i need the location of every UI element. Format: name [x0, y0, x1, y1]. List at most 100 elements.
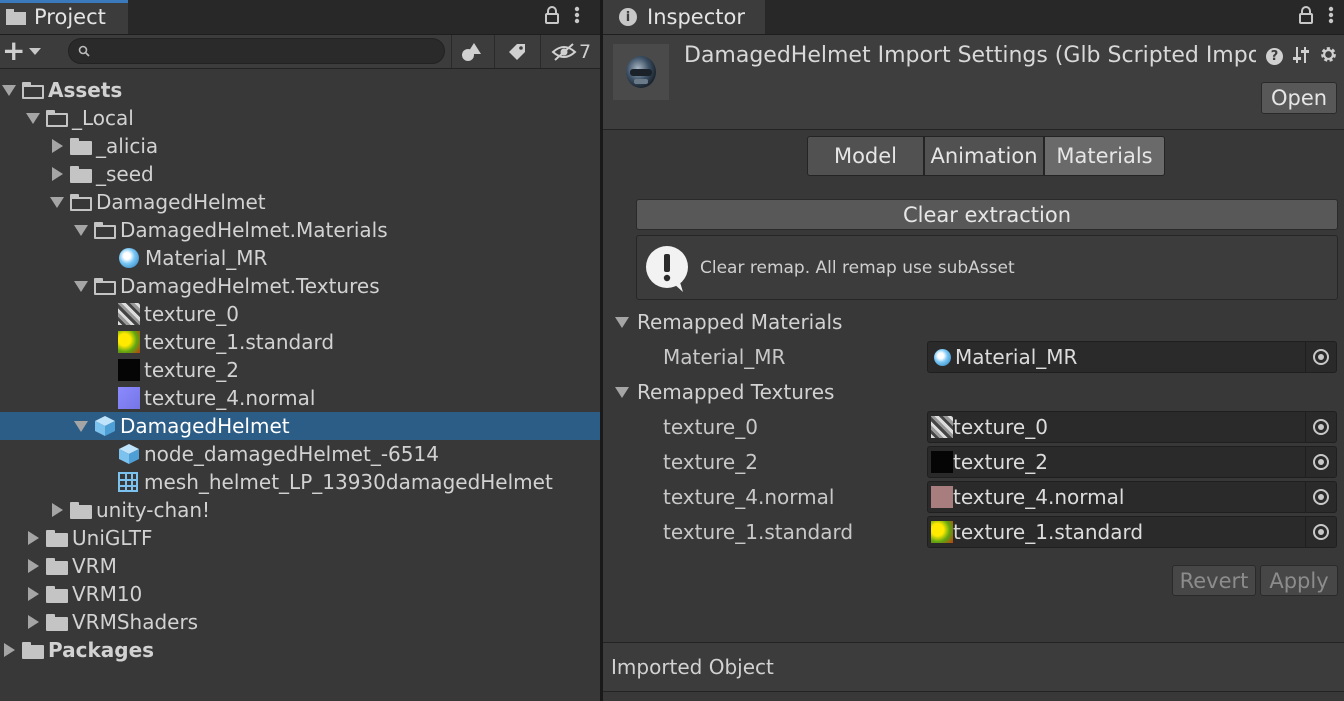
texture-4-thumb-icon [118, 387, 140, 409]
lock-icon[interactable] [1298, 5, 1314, 29]
texture-1-label: texture_1.standard [663, 520, 854, 544]
tab-model[interactable]: Model [807, 136, 924, 176]
foldout-expanded-icon[interactable] [26, 112, 40, 124]
hidden-packages-toggle[interactable]: 7 [540, 35, 601, 68]
tree-arrow-slot [50, 139, 70, 153]
foldout-collapsed-icon[interactable] [28, 615, 39, 629]
foldout-collapsed-icon[interactable] [28, 559, 39, 573]
texture-4-field[interactable]: texture_4.normal [927, 481, 1337, 513]
search-input[interactable] [68, 38, 445, 64]
prefab-icon [94, 415, 116, 437]
folder-icon [70, 165, 92, 183]
texture-0-thumb-icon [931, 416, 953, 438]
tree-item[interactable]: Packages [0, 636, 600, 664]
material-mr-field-value: Material_MR [955, 345, 1078, 369]
plus-icon: + [2, 34, 26, 67]
tree-item[interactable]: Material_MR [0, 244, 600, 272]
foldout-collapsed-icon[interactable] [28, 587, 39, 601]
object-picker-button[interactable] [1305, 342, 1336, 372]
tab-materials[interactable]: Materials [1044, 136, 1165, 176]
target-icon [1313, 524, 1329, 540]
foldout-expanded-icon[interactable] [74, 420, 88, 432]
info-icon: i [619, 8, 637, 26]
texture-2-field[interactable]: texture_2 [927, 446, 1337, 478]
tree-item[interactable]: _alicia [0, 132, 600, 160]
object-picker-button[interactable] [1305, 412, 1336, 442]
tree-item[interactable]: DamagedHelmet [0, 188, 600, 216]
tree-item-label: Material_MR [145, 246, 268, 270]
target-icon [1313, 489, 1329, 505]
help-icon[interactable]: ? [1266, 48, 1283, 65]
foldout-collapsed-icon[interactable] [52, 167, 63, 181]
add-asset-button[interactable]: + [2, 34, 42, 67]
tab-animation[interactable]: Animation [924, 136, 1044, 176]
remapped-textures-foldout[interactable]: Remapped Textures [615, 380, 834, 404]
tree-item[interactable]: Assets [0, 76, 600, 104]
tree-item[interactable]: texture_1.standard [0, 328, 600, 356]
texture-2-label: texture_2 [663, 450, 758, 474]
tree-item[interactable]: DamagedHelmet [0, 412, 600, 440]
project-tree: Assets _Local _alicia _seed DamagedHelmet Dam… [0, 76, 600, 676]
tree-item[interactable]: texture_2 [0, 356, 600, 384]
tree-item[interactable]: UniGLTF [0, 524, 600, 552]
foldout-collapsed-icon[interactable] [52, 503, 63, 517]
object-picker-button[interactable] [1305, 447, 1336, 477]
folder-icon [70, 137, 92, 155]
folder-open-icon [70, 193, 92, 211]
tree-item-label: Packages [48, 638, 155, 662]
folder-open-icon [22, 81, 44, 99]
texture-0-field[interactable]: texture_0 [927, 411, 1337, 443]
material-icon [934, 348, 951, 366]
tree-item[interactable]: texture_0 [0, 300, 600, 328]
object-picker-button[interactable] [1305, 482, 1336, 512]
tree-item[interactable]: _seed [0, 160, 600, 188]
revert-button[interactable]: Revert [1172, 565, 1256, 596]
folder-icon [6, 9, 26, 25]
material-mr-field[interactable]: Material_MR [927, 341, 1337, 373]
material-mr-label: Material_MR [663, 345, 786, 369]
tree-item[interactable]: unity-chan! [0, 496, 600, 524]
filter-by-type-button[interactable] [451, 35, 492, 68]
foldout-expanded-icon[interactable] [2, 84, 16, 96]
chevron-down-icon [29, 47, 42, 55]
kebab-menu-icon[interactable] [1328, 6, 1334, 29]
foldout-collapsed-icon[interactable] [28, 531, 39, 545]
folder-icon [46, 613, 68, 631]
tree-item-label: texture_0 [144, 302, 239, 326]
tree-arrow-slot [74, 224, 94, 236]
tree-item[interactable]: DamagedHelmet.Textures [0, 272, 600, 300]
tree-item[interactable]: mesh_helmet_LP_13930damagedHelmet [0, 468, 600, 496]
tab-inspector[interactable]: i Inspector [603, 0, 765, 34]
tree-item[interactable]: _Local [0, 104, 600, 132]
tree-item[interactable]: node_damagedHelmet_-6514 [0, 440, 600, 468]
object-picker-button[interactable] [1305, 517, 1336, 547]
presets-icon[interactable] [1292, 46, 1310, 68]
filter-by-label-button[interactable] [494, 35, 539, 68]
gear-icon[interactable] [1319, 45, 1338, 68]
target-icon [1313, 419, 1329, 435]
foldout-collapsed-icon[interactable] [4, 643, 15, 657]
texture-1-field[interactable]: texture_1.standard [927, 516, 1337, 548]
target-icon [1313, 454, 1329, 470]
open-button[interactable]: Open [1261, 82, 1337, 114]
eye-slash-icon [551, 42, 577, 61]
kebab-menu-icon[interactable] [574, 6, 580, 29]
tab-project[interactable]: Project [0, 0, 128, 34]
foldout-expanded-icon[interactable] [74, 280, 88, 292]
foldout-arrow-icon [615, 316, 629, 328]
tree-item[interactable]: VRMShaders [0, 608, 600, 636]
foldout-expanded-icon[interactable] [50, 196, 64, 208]
tree-item[interactable]: VRM10 [0, 580, 600, 608]
clear-extraction-button[interactable]: Clear extraction [636, 199, 1338, 230]
foldout-expanded-icon[interactable] [74, 224, 88, 236]
foldout-collapsed-icon[interactable] [52, 139, 63, 153]
tree-item[interactable]: DamagedHelmet.Materials [0, 216, 600, 244]
remapped-materials-foldout[interactable]: Remapped Materials [615, 310, 842, 334]
lock-icon[interactable] [544, 5, 560, 29]
tree-arrow-slot [2, 84, 22, 96]
tree-item[interactable]: VRM [0, 552, 600, 580]
tree-item[interactable]: texture_4.normal [0, 384, 600, 412]
apply-button[interactable]: Apply [1260, 565, 1338, 596]
asset-thumbnail [613, 44, 669, 100]
tree-arrow-slot [26, 559, 46, 573]
